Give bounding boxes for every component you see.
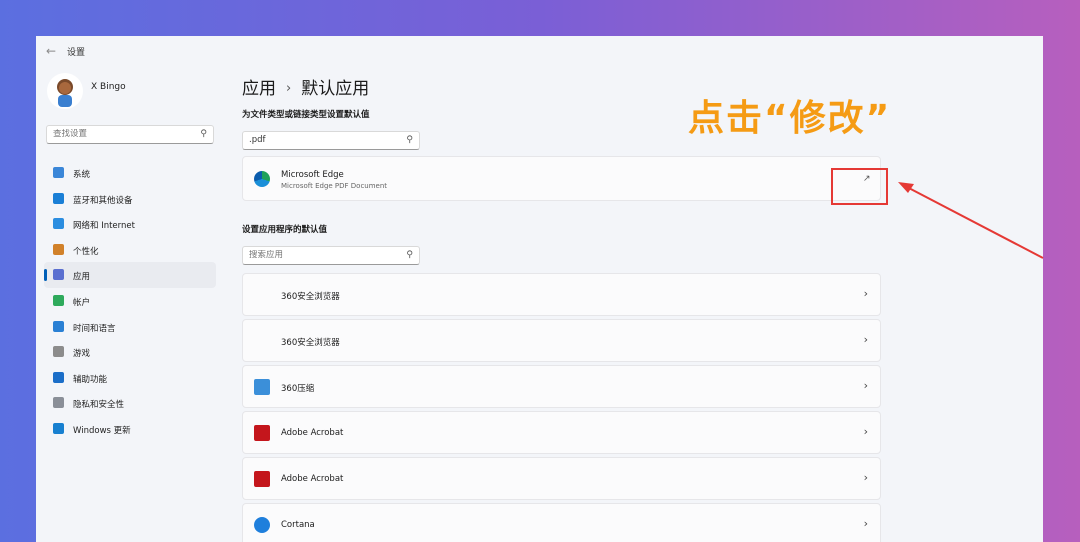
annotation-arrow bbox=[898, 182, 1044, 259]
